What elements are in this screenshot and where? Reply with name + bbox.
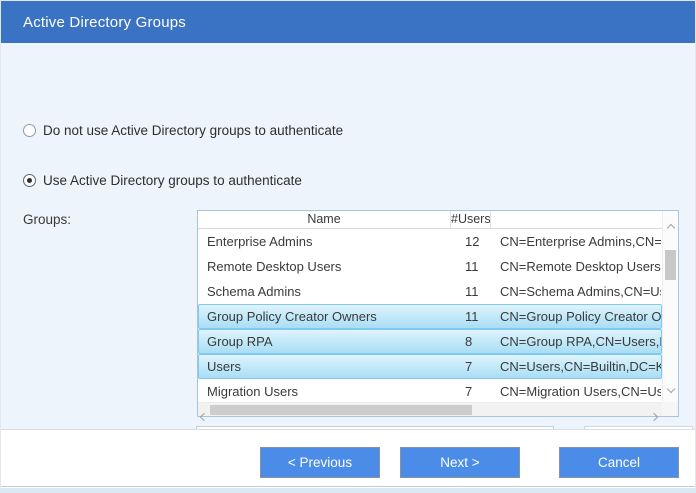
cell-user-count: 11	[452, 309, 492, 324]
cell-group-name: Remote Desktop Users	[199, 259, 452, 274]
table-row[interactable]: Migration Users 7 CN=Migration Users,CN=…	[198, 379, 662, 404]
window-bottom-edge	[1, 488, 695, 493]
next-button[interactable]: Next >	[400, 447, 520, 478]
table-row[interactable]: Group RPA 8 CN=Group RPA,CN=Users,DC	[198, 329, 662, 354]
cell-distinguished-name: CN=Group Policy Creator Ov	[492, 309, 661, 324]
cell-user-count: 11	[452, 259, 492, 274]
previous-button[interactable]: < Previous	[260, 447, 380, 478]
column-header-dn[interactable]	[491, 211, 662, 228]
cell-group-name: Migration Users	[199, 384, 452, 399]
dialog-title: Active Directory Groups	[23, 14, 186, 31]
cell-distinguished-name: CN=Migration Users,CN=Use	[492, 384, 661, 399]
footer-bar: < Previous Next > Cancel	[1, 429, 695, 487]
cell-group-name: Group RPA	[199, 334, 452, 349]
column-header-users[interactable]: #Users	[451, 211, 491, 228]
cell-user-count: 7	[452, 359, 492, 374]
scroll-right-icon[interactable]	[651, 407, 657, 425]
cell-distinguished-name: CN=Enterprise Admins,CN=U	[492, 234, 661, 249]
radio-label: Do not use Active Directory groups to au…	[43, 123, 343, 138]
column-header-name[interactable]: Name	[198, 211, 451, 228]
cell-group-name: Group Policy Creator Owners	[199, 309, 452, 324]
cell-distinguished-name: CN=Group RPA,CN=Users,DC	[492, 334, 661, 349]
groups-table: Name #Users Enterprise Admins 12 CN=Ente…	[197, 210, 679, 417]
table-row[interactable]: Enterprise Admins 12 CN=Enterprise Admin…	[198, 229, 662, 254]
cell-user-count: 7	[452, 384, 492, 399]
cell-user-count: 11	[452, 284, 492, 299]
vertical-scrollbar[interactable]	[662, 211, 678, 402]
cell-user-count: 12	[452, 234, 492, 249]
scroll-down-icon[interactable]	[668, 379, 674, 397]
horizontal-scrollbar[interactable]	[198, 402, 662, 416]
radio-label: Use Active Directory groups to authentic…	[43, 173, 302, 188]
cell-distinguished-name: CN=Schema Admins,CN=Use	[492, 284, 661, 299]
cell-group-name: Schema Admins	[199, 284, 452, 299]
table-header: Name #Users	[198, 211, 662, 229]
cancel-button[interactable]: Cancel	[559, 447, 679, 478]
horizontal-scroll-thumb[interactable]	[210, 405, 472, 415]
groups-label: Groups:	[23, 212, 71, 227]
vertical-scroll-thumb[interactable]	[665, 250, 676, 280]
cell-user-count: 8	[452, 334, 492, 349]
cell-group-name: Users	[199, 359, 452, 374]
scroll-up-icon[interactable]	[668, 218, 674, 236]
cell-distinguished-name: CN=Users,CN=Builtin,DC=Kr	[492, 359, 661, 374]
scrollbar-corner	[662, 402, 678, 416]
dialog-content: Do not use Active Directory groups to au…	[1, 43, 695, 429]
table-body: Enterprise Admins 12 CN=Enterprise Admin…	[198, 229, 662, 404]
radio-use-ad-groups[interactable]: Use Active Directory groups to authentic…	[23, 173, 302, 188]
table-row[interactable]: Schema Admins 11 CN=Schema Admins,CN=Use	[198, 279, 662, 304]
titlebar: Active Directory Groups	[1, 1, 695, 43]
radio-do-not-use-ad-groups[interactable]: Do not use Active Directory groups to au…	[23, 123, 343, 138]
table-row[interactable]: Group Policy Creator Owners 11 CN=Group …	[198, 304, 662, 329]
table-row[interactable]: Remote Desktop Users 11 CN=Remote Deskto…	[198, 254, 662, 279]
cell-distinguished-name: CN=Remote Desktop Users,C	[492, 259, 661, 274]
scroll-left-icon[interactable]	[201, 407, 207, 425]
dialog-active-directory-groups: Active Directory Groups Do not use Activ…	[0, 0, 696, 493]
table-row[interactable]: Users 7 CN=Users,CN=Builtin,DC=Kr	[198, 354, 662, 379]
cell-group-name: Enterprise Admins	[199, 234, 452, 249]
radio-button-icon[interactable]	[23, 124, 36, 137]
radio-button-icon[interactable]	[23, 174, 36, 187]
